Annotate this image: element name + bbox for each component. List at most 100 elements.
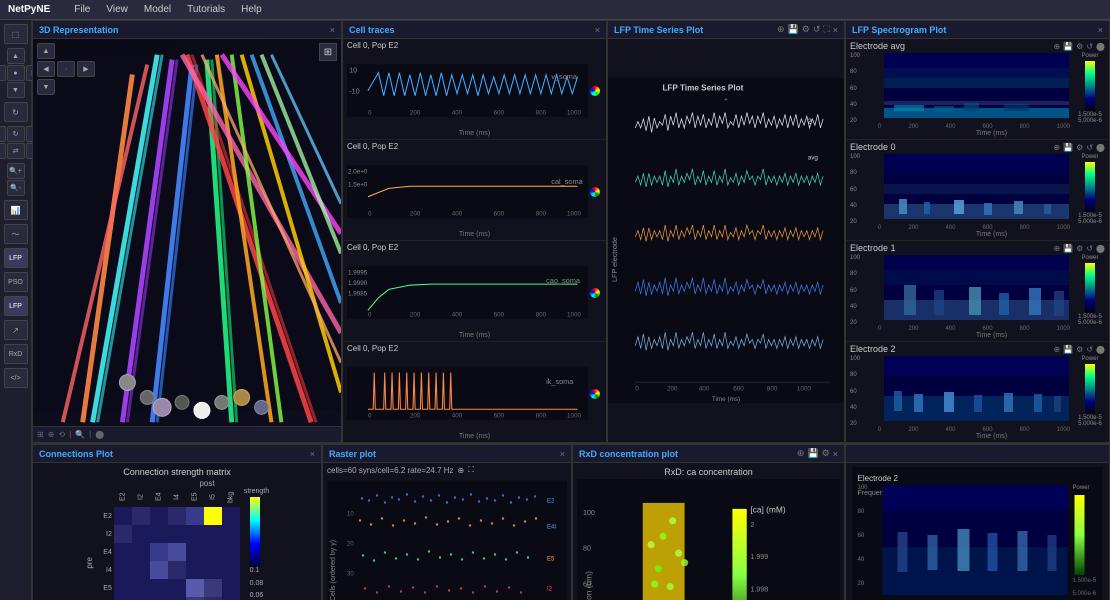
- rxd-save[interactable]: 💾: [807, 448, 818, 459]
- svg-text:1.9985: 1.9985: [348, 291, 368, 298]
- panel-lfp-controls: ⊕ 💾 ⚙ ↺ ⛶ ×: [777, 24, 838, 35]
- spectro-avg-reset[interactable]: ↺: [1086, 42, 1093, 51]
- spectro-1-header: Electrode 1 ⊕ 💾 ⚙ ↺ ⬤: [850, 243, 1105, 253]
- app-name[interactable]: NetPyNE: [8, 4, 50, 15]
- rotate-flip[interactable]: ⇄: [7, 143, 25, 159]
- spectro-bottom-scroll[interactable]: Electrode 2 Frequency(Hz): [846, 463, 1109, 600]
- raster-close[interactable]: ×: [560, 449, 565, 459]
- sidebar-btn-chart[interactable]: 📊: [4, 200, 28, 220]
- spectro-0-cross[interactable]: ⊕: [1054, 143, 1061, 152]
- lfp-reset[interactable]: ↺: [813, 24, 821, 35]
- rxd-close[interactable]: ×: [833, 449, 838, 459]
- sidebar-btn-code[interactable]: </>: [4, 368, 28, 388]
- rxd-settings[interactable]: ⚙: [822, 448, 830, 459]
- 3d-right[interactable]: ▶: [77, 61, 95, 77]
- sidebar-btn-rotate[interactable]: ↻: [4, 102, 28, 122]
- svg-text:-10: -10: [349, 87, 360, 96]
- raster-cross-icon[interactable]: ⊕: [458, 466, 465, 475]
- spectro-2-save[interactable]: 💾: [1063, 345, 1073, 354]
- sidebar-btn-shape[interactable]: ⬚: [4, 24, 28, 44]
- spectro-2-reset[interactable]: ↺: [1086, 345, 1093, 354]
- rotate-ccw[interactable]: ↺: [0, 143, 6, 159]
- zoom-in[interactable]: 🔍+: [7, 163, 25, 179]
- zoom-out[interactable]: 🔍-: [7, 180, 25, 196]
- sidebar-btn-zoom[interactable]: 🔍+ 🔍-: [7, 163, 25, 196]
- spectro-avg-save[interactable]: 💾: [1063, 42, 1073, 51]
- svg-text:400: 400: [452, 413, 463, 420]
- svg-text:10: 10: [347, 512, 354, 518]
- rxd-cross[interactable]: ⊕: [797, 448, 805, 459]
- toolbar-grid[interactable]: ⊞: [37, 430, 44, 439]
- connections-close[interactable]: ×: [310, 449, 315, 459]
- spectro-1-reset[interactable]: ↺: [1086, 244, 1093, 253]
- toolbar-color[interactable]: ⬤: [95, 430, 104, 439]
- 3d-up[interactable]: ▲: [37, 43, 55, 59]
- spectro-2-settings[interactable]: ⚙: [1076, 345, 1083, 354]
- rxd-plot-title: RxD: ca concentration: [664, 467, 753, 477]
- spectro-0-settings[interactable]: ⚙: [1076, 143, 1083, 152]
- spectro-y-60: 60: [850, 86, 876, 92]
- spectro-1-save[interactable]: 💾: [1063, 244, 1073, 253]
- svg-text:200: 200: [410, 413, 421, 420]
- menu-file[interactable]: File: [74, 4, 90, 15]
- col-bkg: bkg: [222, 488, 240, 506]
- menu-help[interactable]: Help: [241, 4, 262, 15]
- nav-left[interactable]: ◀: [0, 65, 6, 81]
- toolbar-3d: ▲ ◀ · ▶ ▼: [37, 43, 95, 95]
- cell-E4-I5: [204, 543, 222, 561]
- toolbar-nav[interactable]: ⟲: [58, 430, 65, 439]
- lfp-crosshair[interactable]: ⊕: [777, 24, 785, 35]
- lfp-expand[interactable]: ⛶: [823, 24, 829, 35]
- spectro-1-color[interactable]: ⬤: [1096, 244, 1105, 253]
- spectro-avg-cross[interactable]: ⊕: [1054, 42, 1061, 51]
- spectro-1-settings[interactable]: ⚙: [1076, 244, 1083, 253]
- toolbar-zoom[interactable]: 🔍: [75, 430, 85, 439]
- sidebar-btn-lfp[interactable]: LFP: [4, 248, 28, 268]
- scene-3d[interactable]: ⊞ ▲ ◀ · ▶ ▼: [33, 39, 341, 426]
- svg-text:400: 400: [452, 312, 463, 319]
- rotate-reset[interactable]: ↺: [0, 126, 6, 142]
- raster-zoom-icon[interactable]: ⛶: [468, 465, 474, 475]
- grid-icon[interactable]: ⊞: [319, 43, 337, 61]
- menu-view[interactable]: View: [106, 4, 128, 15]
- menu-tutorials[interactable]: Tutorials: [187, 4, 225, 15]
- sidebar-btn-rxd[interactable]: RxD: [4, 344, 28, 364]
- spectro-1-cross[interactable]: ⊕: [1054, 244, 1061, 253]
- sidebar-btn-lfp2[interactable]: LFP: [4, 296, 28, 316]
- spectro-avg-settings[interactable]: ⚙: [1076, 42, 1083, 51]
- spectro-0-reset[interactable]: ↺: [1086, 143, 1093, 152]
- panel-3d-close[interactable]: ×: [330, 25, 335, 35]
- 3d-left[interactable]: ◀: [37, 61, 55, 77]
- svg-text:1000: 1000: [567, 413, 581, 420]
- panel-traces-close[interactable]: ×: [595, 25, 600, 35]
- spectro-0-color[interactable]: ⬤: [1096, 143, 1105, 152]
- spectro-avg-color[interactable]: ⬤: [1096, 42, 1105, 51]
- spectro-0-save[interactable]: 💾: [1063, 143, 1073, 152]
- svg-text:400: 400: [699, 385, 710, 392]
- nav-up[interactable]: ▲: [7, 48, 25, 64]
- panel-raster: Raster plot × cells=60 syns/cell=6.2 rat…: [322, 444, 572, 600]
- panel-traces-body: Cell 0, Pop E2 10 -10: [343, 39, 606, 442]
- nav-center[interactable]: ●: [7, 65, 25, 81]
- lfp-settings[interactable]: ⚙: [802, 24, 810, 35]
- rotate-cw[interactable]: ↻: [7, 126, 25, 142]
- toolbar-plus[interactable]: ⊕: [48, 430, 55, 439]
- panel-lfp-close[interactable]: ×: [833, 25, 838, 35]
- sidebar-btn-pso[interactable]: PSO: [4, 272, 28, 292]
- panel-traces-title: Cell traces: [349, 25, 395, 35]
- svg-text:5.000e-6: 5.000e-6: [1073, 591, 1097, 597]
- conn-matrix-title: Connection strength matrix: [123, 467, 231, 477]
- spectro-close[interactable]: ×: [1098, 25, 1103, 35]
- spectro-2-color[interactable]: ⬤: [1096, 345, 1105, 354]
- lfp-save[interactable]: 💾: [788, 24, 799, 35]
- spectro-2-chart: 100 80 60 40 20: [850, 356, 1105, 427]
- sidebar-btn-arrow[interactable]: ↗: [4, 320, 28, 340]
- spectro-2-cross[interactable]: ⊕: [1054, 345, 1061, 354]
- 3d-center[interactable]: ·: [57, 61, 75, 77]
- menu-model[interactable]: Model: [144, 4, 171, 15]
- nav-down[interactable]: ▼: [7, 82, 25, 98]
- sidebar-btn-signal[interactable]: 〜: [4, 224, 28, 244]
- spectro-scroll[interactable]: Electrode avg ⊕ 💾 ⚙ ↺ ⬤ 100: [846, 39, 1109, 442]
- svg-text:cal_soma: cal_soma: [551, 177, 583, 186]
- 3d-down[interactable]: ▼: [37, 79, 55, 95]
